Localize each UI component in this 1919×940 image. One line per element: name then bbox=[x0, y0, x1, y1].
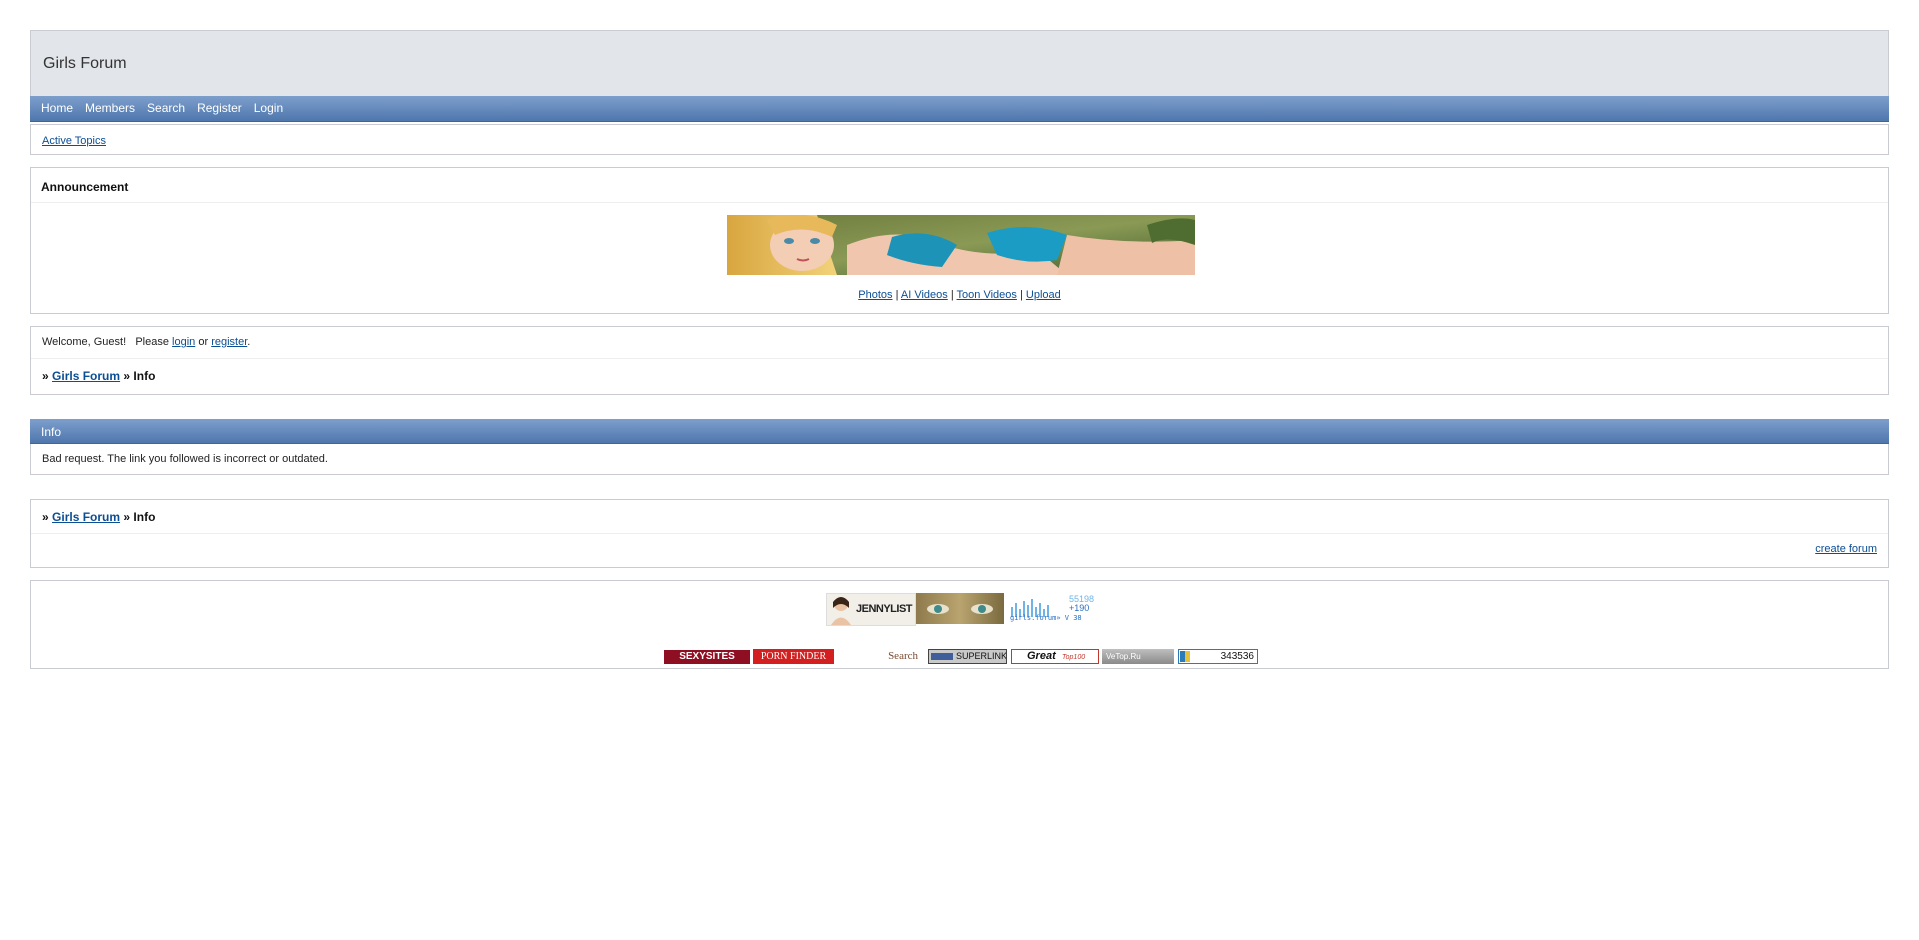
sexysites-badge[interactable]: SEXYSITES bbox=[664, 650, 750, 664]
create-forum-link[interactable]: create forum bbox=[1815, 543, 1877, 555]
eyes-badge[interactable] bbox=[916, 593, 1004, 624]
breadcrumb-marker: » bbox=[123, 369, 131, 383]
search-badge[interactable]: Search bbox=[838, 649, 920, 664]
info-message: Bad request. The link you followed is in… bbox=[42, 453, 328, 465]
welcome-or: or bbox=[198, 336, 209, 348]
superlink-label: SUPERLINK bbox=[956, 651, 1007, 661]
breadcrumb: » Girls Forum » Info bbox=[42, 510, 155, 524]
link-separator: | bbox=[895, 289, 899, 301]
site-header: Girls Forum bbox=[30, 30, 1889, 98]
site-title: Girls Forum bbox=[43, 55, 127, 72]
stats-counter-badge[interactable]: 55198 +190 girls.forum» V 38 bbox=[1009, 593, 1097, 624]
superlink-arrow-icon bbox=[931, 653, 953, 660]
announcement-banner-image[interactable] bbox=[727, 215, 1195, 275]
toon-videos-link[interactable]: Toon Videos bbox=[957, 289, 1017, 301]
breadcrumb-marker: » bbox=[123, 510, 131, 524]
welcome-please: Please bbox=[135, 336, 169, 348]
login-link[interactable]: login bbox=[172, 336, 195, 348]
search-badge-label: Search bbox=[888, 650, 918, 662]
bottom-breadcrumb-box: » Girls Forum » Info create forum bbox=[30, 499, 1889, 568]
great-top100-badge[interactable]: Great Top100 bbox=[1011, 649, 1099, 664]
upload-link[interactable]: Upload bbox=[1026, 289, 1061, 301]
nav-search[interactable]: Search bbox=[147, 96, 185, 121]
great-sub-label: Top100 bbox=[1062, 654, 1086, 661]
breadcrumb-current: Info bbox=[133, 369, 156, 383]
breadcrumb: » Girls Forum » Info bbox=[42, 369, 155, 383]
announcement-title: Announcement bbox=[41, 180, 129, 194]
counter-mid-text: +190 bbox=[1069, 603, 1090, 613]
divider bbox=[31, 358, 1888, 359]
hits-counter-value: 343536 bbox=[1220, 651, 1254, 662]
ai-videos-link[interactable]: AI Videos bbox=[901, 289, 948, 301]
active-topics-link[interactable]: Active Topics bbox=[42, 135, 106, 147]
quick-links-bar: Active Topics bbox=[30, 124, 1889, 155]
divider bbox=[31, 533, 1888, 534]
banner-illustration bbox=[727, 215, 1195, 275]
photos-link[interactable]: Photos bbox=[858, 289, 892, 301]
nav-register[interactable]: Register bbox=[197, 96, 242, 121]
breadcrumb-forum-link[interactable]: Girls Forum bbox=[52, 369, 120, 383]
register-link[interactable]: register bbox=[211, 336, 247, 348]
jennylist-label: JENNYLIST bbox=[856, 603, 913, 615]
welcome-greeting: Welcome, Guest! bbox=[42, 336, 127, 348]
great-label: Great bbox=[1027, 650, 1056, 662]
footer-badges: JENNYLIST 55198 +190 girls.forum» V 38 S… bbox=[30, 580, 1889, 669]
nav-login[interactable]: Login bbox=[254, 96, 283, 121]
jennylist-badge[interactable]: JENNYLIST bbox=[826, 593, 916, 626]
main-navbar: Home Members Search Register Login bbox=[30, 96, 1889, 122]
divider bbox=[31, 202, 1888, 203]
superlink-badge[interactable]: SUPERLINK bbox=[928, 649, 1007, 664]
link-separator: | bbox=[950, 289, 954, 301]
announcement-box: Announcement Photos | AI Videos | Toon V… bbox=[30, 167, 1889, 314]
info-header-title: Info bbox=[41, 425, 62, 439]
hits-counter-badge[interactable]: 343536 bbox=[1178, 649, 1258, 664]
announcement-links: Photos | AI Videos | Toon Videos | Uploa… bbox=[31, 289, 1888, 301]
nav-members[interactable]: Members bbox=[85, 96, 135, 121]
welcome-box: Welcome, Guest! Please login or register… bbox=[30, 326, 1889, 395]
welcome-text: Welcome, Guest! Please login or register… bbox=[42, 336, 250, 348]
counter-bottom-text: girls.forum» V 38 bbox=[1010, 614, 1082, 622]
breadcrumb-current: Info bbox=[133, 510, 156, 524]
welcome-suffix: . bbox=[247, 336, 251, 348]
porn-finder-badge[interactable]: PORN FINDER bbox=[753, 649, 834, 664]
link-separator: | bbox=[1019, 289, 1023, 301]
breadcrumb-forum-link[interactable]: Girls Forum bbox=[52, 510, 120, 524]
info-header: Info bbox=[30, 419, 1889, 444]
info-body: Bad request. The link you followed is in… bbox=[30, 444, 1889, 475]
breadcrumb-marker: » bbox=[42, 369, 49, 383]
vetop-badge[interactable]: VeTop.Ru bbox=[1102, 649, 1174, 664]
breadcrumb-marker: » bbox=[42, 510, 49, 524]
eyes-icon bbox=[927, 604, 993, 614]
nav-home[interactable]: Home bbox=[41, 96, 73, 121]
counter-logo-icon bbox=[1180, 651, 1190, 662]
